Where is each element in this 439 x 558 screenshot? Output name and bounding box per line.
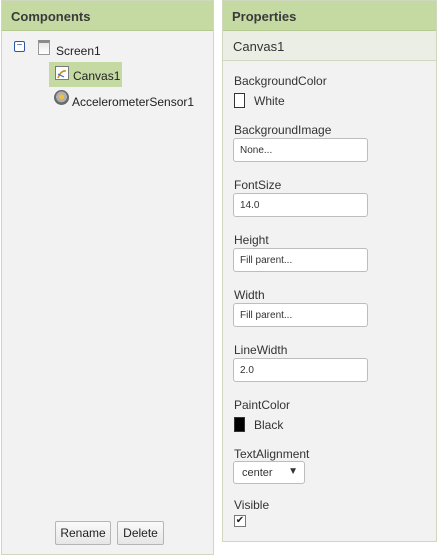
backgroundimage-label: BackgroundImage bbox=[234, 123, 332, 137]
textalignment-select[interactable]: center ▼ bbox=[233, 461, 305, 484]
height-label: Height bbox=[234, 233, 269, 247]
properties-panel: Properties Canvas1 BackgroundColor White… bbox=[222, 0, 437, 542]
paintcolor-label: PaintColor bbox=[234, 398, 291, 412]
accelerometer-sensor-icon bbox=[54, 90, 69, 105]
linewidth-label: LineWidth bbox=[234, 343, 288, 357]
textalignment-value: center bbox=[242, 467, 273, 479]
canvas-icon bbox=[55, 66, 69, 80]
components-header: Components bbox=[2, 1, 213, 31]
paintcolor-swatch[interactable] bbox=[234, 417, 245, 432]
delete-button[interactable]: Delete bbox=[117, 521, 164, 545]
selected-component-name: Canvas1 bbox=[223, 31, 436, 61]
height-field[interactable]: Fill parent... bbox=[233, 248, 368, 272]
dropdown-arrow-icon: ▼ bbox=[288, 466, 298, 477]
fontsize-input[interactable]: 14.0 bbox=[233, 193, 368, 217]
width-label: Width bbox=[234, 288, 265, 302]
visible-label: Visible bbox=[234, 498, 270, 512]
properties-header: Properties bbox=[223, 1, 436, 31]
tree-item-screen1[interactable]: Screen1 bbox=[56, 44, 101, 58]
linewidth-input[interactable]: 2.0 bbox=[233, 358, 368, 382]
backgroundcolor-value[interactable]: White bbox=[254, 94, 285, 108]
backgroundcolor-label: BackgroundColor bbox=[234, 74, 327, 88]
tree-item-accelerometersensor1[interactable]: AccelerometerSensor1 bbox=[72, 95, 194, 109]
width-field[interactable]: Fill parent... bbox=[233, 303, 368, 327]
visible-checkbox[interactable]: ✔ bbox=[234, 515, 246, 527]
paintcolor-value[interactable]: Black bbox=[254, 418, 283, 432]
tree-item-canvas1-label[interactable]: Canvas1 bbox=[73, 69, 120, 83]
backgroundimage-field[interactable]: None... bbox=[233, 138, 368, 162]
components-panel: Components − Screen1 Canvas1 Acceleromet… bbox=[1, 0, 214, 555]
fontsize-label: FontSize bbox=[234, 178, 282, 192]
textalignment-label: TextAlignment bbox=[234, 447, 310, 461]
collapse-tree-icon[interactable]: − bbox=[14, 41, 25, 52]
screen-icon bbox=[38, 40, 50, 55]
backgroundcolor-swatch[interactable] bbox=[234, 93, 245, 108]
rename-button[interactable]: Rename bbox=[55, 521, 111, 545]
